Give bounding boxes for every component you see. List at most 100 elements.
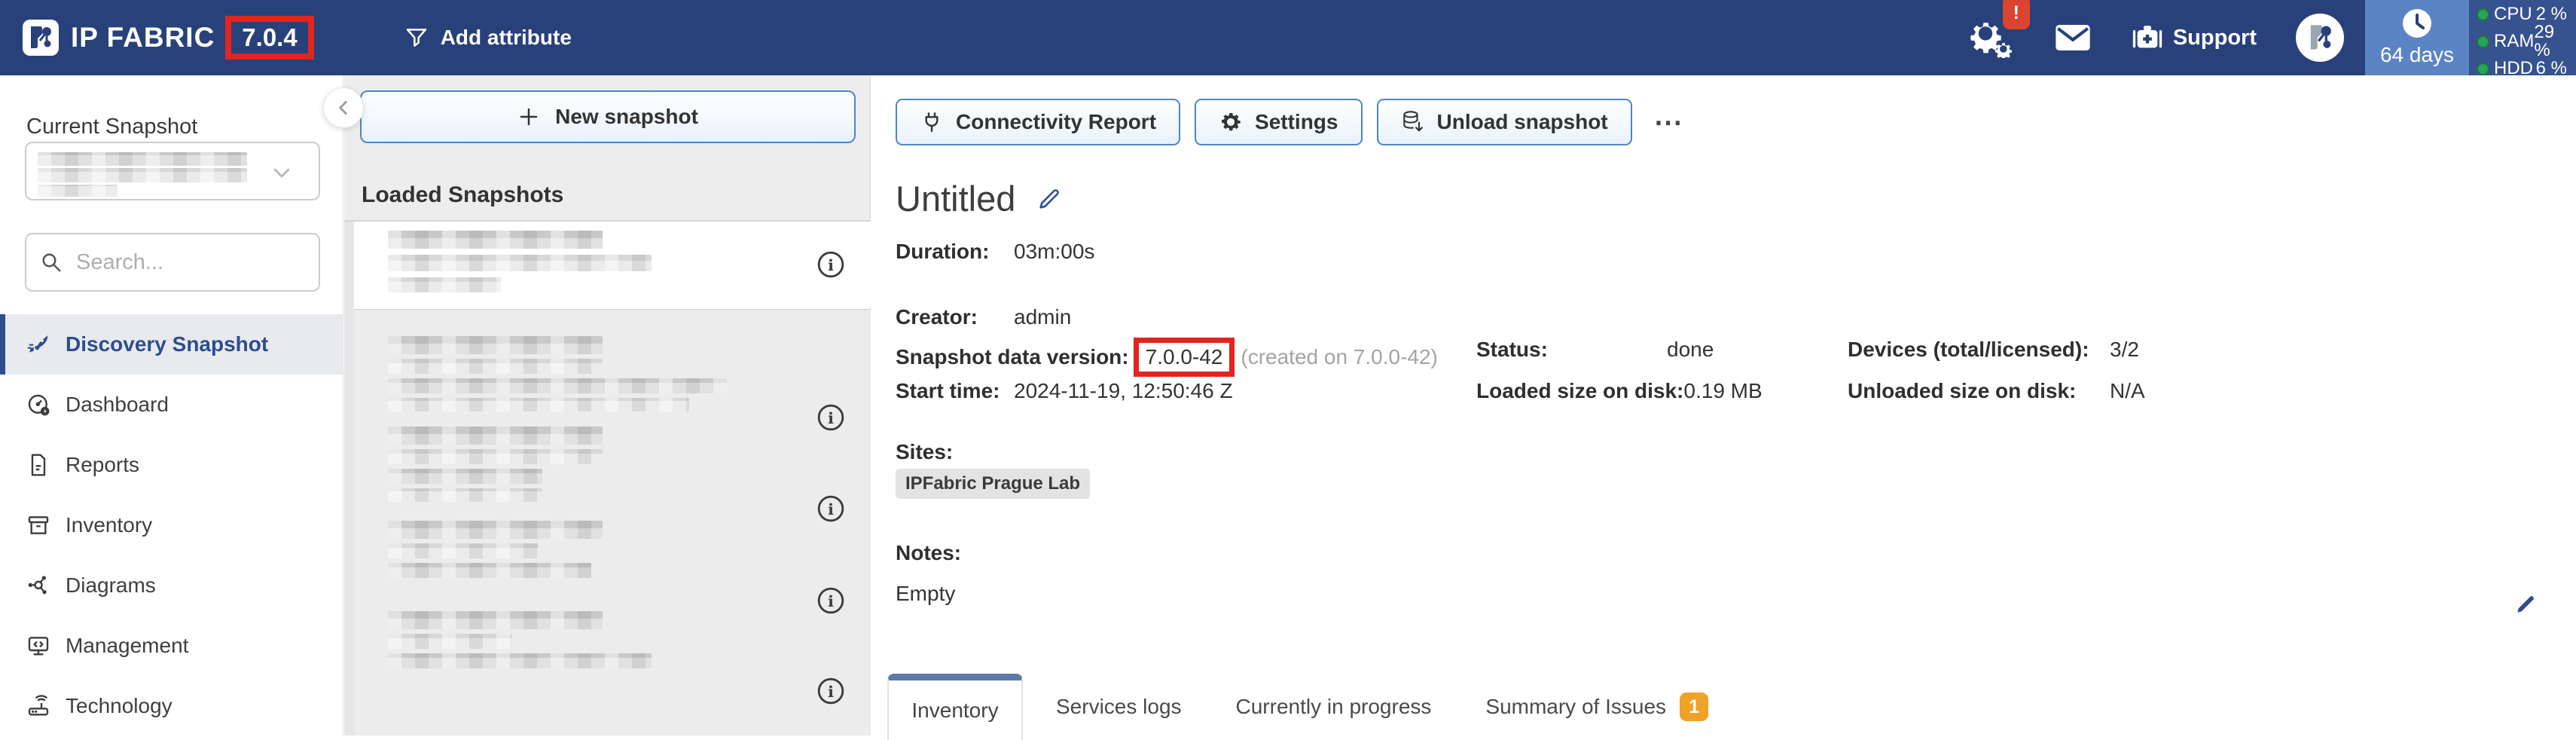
- support-label: Support: [2173, 26, 2257, 50]
- redacted-text: [38, 185, 118, 197]
- svg-text:i: i: [828, 683, 834, 701]
- cpu-status-dot: [2477, 8, 2489, 21]
- app-root: IP FABRIC 7.0.4 Add attribute !: [0, 0, 2576, 735]
- sidebar: Current Snapshot Discovery Snapshot: [0, 75, 343, 735]
- first-aid-icon: [2132, 23, 2162, 52]
- tab-services-logs[interactable]: Services logs: [1056, 695, 1182, 719]
- snapshot-list-item[interactable]: i: [354, 222, 871, 307]
- snapshots-panel-header: New snapshot Loaded Snapshots: [344, 75, 870, 222]
- version-note: (created on 7.0.0-42): [1241, 345, 1438, 369]
- connectivity-report-label: Connectivity Report: [956, 110, 1156, 134]
- creator-value: admin: [1014, 305, 1071, 329]
- sidebar-item-label: Discovery Snapshot: [66, 332, 268, 356]
- site-tag[interactable]: IPFabric Prague Lab: [896, 469, 1090, 499]
- redacted-text: [38, 168, 247, 182]
- tab-label: Services logs: [1056, 695, 1182, 719]
- tab-label: Currently in progress: [1236, 695, 1432, 719]
- search-input[interactable]: [76, 250, 287, 275]
- tab-summary-of-issues[interactable]: Summary of Issues 1: [1485, 693, 1708, 721]
- duration-field: Duration: 03m:00s: [896, 240, 1094, 264]
- devices-label: Devices (total/licensed):: [1848, 338, 2110, 362]
- monitor-code-icon: [26, 634, 50, 658]
- redacted-text: [388, 336, 603, 354]
- sidebar-item-discovery-snapshot[interactable]: Discovery Snapshot: [0, 314, 343, 375]
- sidebar-item-dashboard[interactable]: Dashboard: [0, 375, 343, 435]
- mail-icon: [2056, 25, 2090, 50]
- settings-button[interactable]: Settings: [1195, 99, 1362, 145]
- snapshot-version-label: Snapshot data version:: [896, 345, 1129, 369]
- support-button[interactable]: Support: [2132, 23, 2257, 52]
- user-avatar[interactable]: [2296, 14, 2344, 62]
- sidebar-item-inventory[interactable]: Inventory: [0, 495, 343, 555]
- duration-label: Duration:: [896, 240, 1014, 264]
- snapshot-toolbar: Connectivity Report Settings Unload snap…: [896, 99, 1692, 145]
- redacted-text: [388, 521, 603, 539]
- sidebar-item-technology[interactable]: Technology: [0, 676, 343, 736]
- sidebar-item-label: Inventory: [66, 513, 152, 537]
- sidebar-item-reports[interactable]: Reports: [0, 435, 343, 495]
- connectivity-report-button[interactable]: Connectivity Report: [896, 99, 1180, 145]
- more-actions-button[interactable]: ⋯: [1647, 105, 1692, 139]
- snapshot-detail: Connectivity Report Settings Unload snap…: [871, 75, 2576, 735]
- sidebar-item-diagrams[interactable]: Diagrams: [0, 555, 343, 616]
- current-snapshot-dropdown[interactable]: [25, 142, 320, 200]
- router-wifi-icon: [26, 694, 50, 718]
- network-graph-icon: [26, 573, 50, 598]
- tab-label: Summary of Issues: [1485, 695, 1666, 719]
- tab-inventory[interactable]: Inventory: [887, 674, 1023, 740]
- sites-label: Sites:: [896, 440, 953, 464]
- document-icon: [26, 453, 50, 477]
- ipfabric-logo-icon[interactable]: [23, 20, 59, 56]
- sidebar-collapse-button[interactable]: [323, 87, 364, 128]
- ram-status-dot: [2477, 35, 2489, 48]
- info-icon[interactable]: i: [816, 250, 845, 279]
- chevron-down-icon: [270, 161, 293, 184]
- unload-snapshot-button[interactable]: Unload snapshot: [1377, 99, 1632, 145]
- database-unload-icon: [1401, 110, 1425, 134]
- redacted-text: [388, 611, 603, 629]
- svg-text:i: i: [828, 500, 834, 518]
- sidebar-item-management[interactable]: Management: [0, 616, 343, 676]
- logo-text: IP FABRIC: [71, 22, 215, 54]
- status-label: Status:: [1476, 338, 1667, 362]
- gear-icon: [1219, 110, 1243, 134]
- current-snapshot-label: Current Snapshot: [26, 115, 197, 139]
- messages-button[interactable]: [2056, 25, 2090, 50]
- issues-count-badge: 1: [1680, 693, 1708, 721]
- redacted-text: [388, 359, 603, 374]
- add-attribute-button[interactable]: Add attribute: [404, 26, 572, 50]
- sidebar-nav: Discovery Snapshot Dashboard Reports Inv…: [0, 314, 343, 736]
- loaded-size-field: Loaded size on disk: 0.19 MB: [1476, 379, 1763, 403]
- start-time-field: Start time: 2024-11-19, 12:50:46 Z: [896, 379, 1233, 403]
- creator-field: Creator: admin: [896, 305, 1071, 329]
- tab-currently-in-progress[interactable]: Currently in progress: [1236, 695, 1432, 719]
- sidebar-item-label: Diagrams: [66, 573, 156, 598]
- unloaded-size-value: N/A: [2110, 379, 2145, 403]
- hdd-status-dot: [2477, 63, 2489, 75]
- edit-title-pencil-icon[interactable]: [1036, 186, 1062, 212]
- redacted-text: [388, 488, 542, 502]
- edit-notes-pencil-icon[interactable]: [2513, 592, 2538, 616]
- system-settings-button[interactable]: !: [1970, 17, 2013, 58]
- version-annotation-box: 7.0.0-42: [1134, 338, 1235, 377]
- cpu-label: CPU: [2494, 5, 2532, 23]
- system-stats-panel[interactable]: CPU 2 % RAM 29 % HDD 6 %: [2469, 0, 2576, 75]
- svg-text:i: i: [828, 409, 834, 427]
- info-icon[interactable]: i: [816, 677, 845, 705]
- info-icon[interactable]: i: [816, 586, 845, 615]
- plus-icon: [517, 105, 540, 128]
- info-icon[interactable]: i: [816, 494, 845, 523]
- loaded-snapshots-title: Loaded Snapshots: [362, 182, 563, 208]
- status-field: Status: done: [1476, 338, 1714, 362]
- info-icon[interactable]: i: [816, 403, 845, 432]
- version-annotation-box: 7.0.4: [225, 16, 313, 60]
- gauge-icon: [26, 393, 50, 417]
- sidebar-item-label: Dashboard: [66, 393, 169, 417]
- loaded-size-value: 0.19 MB: [1683, 379, 1762, 403]
- unloaded-size-label: Unloaded size on disk:: [1848, 379, 2110, 403]
- redacted-text: [388, 543, 539, 558]
- new-snapshot-button[interactable]: New snapshot: [360, 90, 856, 143]
- snapshot-title: Untitled: [896, 178, 1015, 219]
- trial-countdown[interactable]: 64 days: [2365, 0, 2469, 75]
- loaded-size-label: Loaded size on disk:: [1476, 379, 1683, 403]
